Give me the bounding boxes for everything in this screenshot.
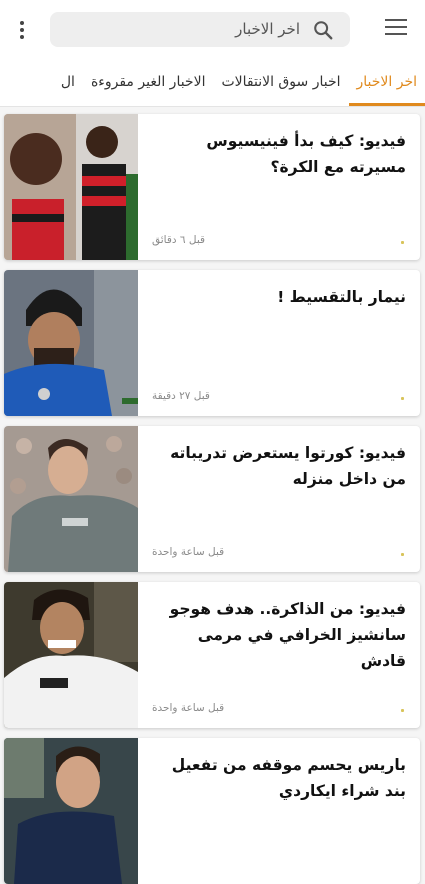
news-thumbnail [4,426,138,572]
news-thumbnail [4,582,138,728]
status-mark [401,241,404,244]
search-bar[interactable]: اخر الاخبار [50,12,350,47]
search-icon [312,19,334,41]
news-time: قبل ٢٧ دقيقة [152,390,210,402]
tab-partial[interactable]: ال [53,60,83,106]
news-title: فيديو: من الذاكرة.. هدف هوجو سانشيز الخر… [150,596,406,674]
news-thumbnail [4,114,138,260]
tab-unread-news[interactable]: الاخبار الغير مقروءة [83,60,214,106]
hamburger-menu-icon[interactable] [385,19,407,37]
news-title: نيمار بالتقسيط ! [150,284,406,310]
kebab-vertical-icon[interactable] [12,18,32,42]
news-card[interactable]: نيمار بالتقسيط ! قبل ٢٧ دقيقة [4,270,420,416]
news-card[interactable]: باريس يحسم موقفه من تفعيل بند شراء ايكار… [4,738,420,884]
tab-transfer-news[interactable]: اخبار سوق الانتقالات [213,60,348,106]
news-thumbnail [4,270,138,416]
news-title: باريس يحسم موقفه من تفعيل بند شراء ايكار… [150,752,406,804]
news-card[interactable]: فيديو: كورتوا يستعرض تدريباته من داخل من… [4,426,420,572]
news-time: قبل ٦ دقائق [152,234,205,246]
news-time: قبل ساعة واحدة [152,546,224,558]
news-card[interactable]: فيديو: كيف بدأ فينيسيوس مسيرته مع الكرة؟… [4,114,420,260]
news-title: فيديو: كورتوا يستعرض تدريباته من داخل من… [150,440,406,492]
news-thumbnail [4,738,138,884]
status-mark [401,709,404,712]
top-app-bar: اخر الاخبار [0,0,425,60]
tab-latest-news[interactable]: اخر الاخبار [349,60,425,106]
category-tabs: اخر الاخبار اخبار سوق الانتقالات الاخبار… [0,60,425,107]
search-text: اخر الاخبار [235,12,300,47]
status-mark [401,397,404,400]
news-card[interactable]: فيديو: من الذاكرة.. هدف هوجو سانشيز الخر… [4,582,420,728]
status-mark [401,553,404,556]
news-time: قبل ساعة واحدة [152,702,224,714]
news-title: فيديو: كيف بدأ فينيسيوس مسيرته مع الكرة؟ [150,128,406,180]
